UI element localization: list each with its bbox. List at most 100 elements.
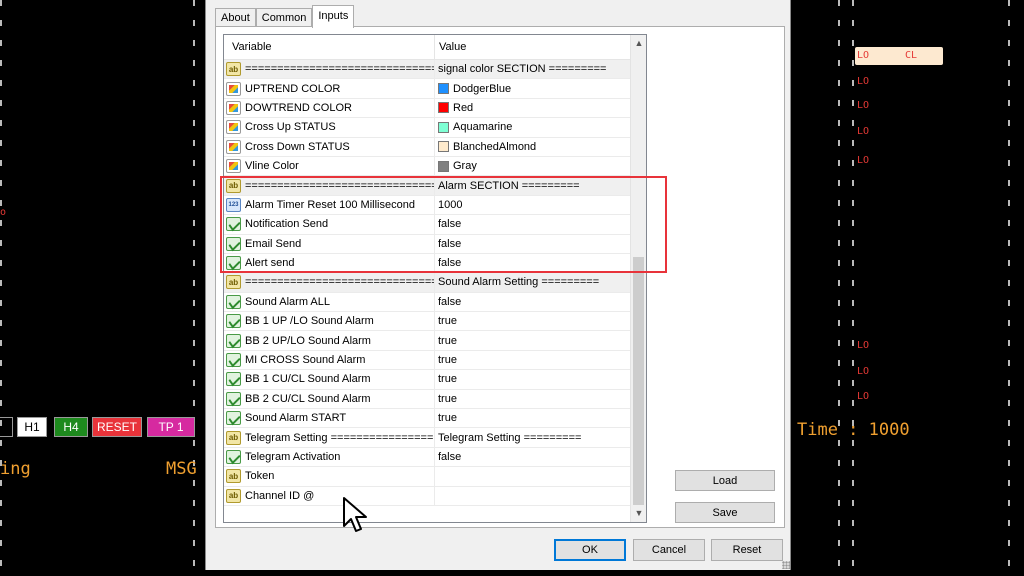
- value-cell[interactable]: true: [436, 351, 457, 369]
- table-row[interactable]: UPTREND COLOR DodgerBlue: [224, 79, 630, 99]
- variable-cell[interactable]: Sound Alarm START: [224, 409, 435, 428]
- boolean-type-icon: [226, 450, 241, 464]
- variable-cell[interactable]: Notification Send: [224, 215, 435, 234]
- tp1-button[interactable]: TP 1: [147, 417, 195, 437]
- table-row[interactable]: BB 2 CU/CL Sound Alarm true: [224, 389, 630, 410]
- save-button[interactable]: Save: [675, 502, 775, 523]
- tab-bar: About Common Inputs: [215, 5, 355, 28]
- table-row[interactable]: ab =============================== Alarm S…: [224, 176, 630, 196]
- value-cell[interactable]: false: [436, 215, 461, 233]
- scroll-down-icon[interactable]: ▼: [631, 505, 646, 522]
- table-row[interactable]: Vline Color Gray: [224, 156, 630, 177]
- value-cell[interactable]: Alarm SECTION =========: [436, 176, 580, 194]
- table-row[interactable]: DOWTREND COLOR Red: [224, 98, 630, 119]
- variable-cell[interactable]: Email Send: [224, 234, 435, 253]
- table-row[interactable]: Cross Up STATUS Aquamarine: [224, 118, 630, 138]
- color-type-icon: [226, 100, 241, 115]
- lo-marker: LO: [857, 100, 870, 111]
- value-cell[interactable]: false: [436, 254, 461, 272]
- value-cell[interactable]: false: [436, 448, 461, 466]
- variable-cell[interactable]: UPTREND COLOR: [224, 79, 435, 98]
- variable-cell[interactable]: ab Channel ID @: [224, 486, 435, 505]
- value-cell[interactable]: Telegram Setting =========: [436, 428, 581, 446]
- variable-cell[interactable]: ab ===============================: [224, 60, 435, 79]
- value-cell[interactable]: true: [436, 312, 457, 330]
- table-row[interactable]: Sound Alarm START true: [224, 409, 630, 429]
- variable-name: Channel ID @: [245, 489, 315, 502]
- value-text: true: [438, 315, 457, 328]
- grid-scrollbar[interactable]: ▲ ▼: [630, 35, 646, 522]
- value-cell[interactable]: 1000: [436, 196, 462, 214]
- reset-chart-button[interactable]: RESET: [92, 417, 142, 437]
- value-cell[interactable]: [436, 467, 438, 485]
- variable-cell[interactable]: BB 2 CU/CL Sound Alarm: [224, 389, 435, 409]
- value-cell[interactable]: Aquamarine: [436, 118, 512, 136]
- table-row[interactable]: ab Telegram Setting ================ Teleg…: [224, 428, 630, 448]
- variable-cell[interactable]: MI CROSS Sound Alarm: [224, 350, 435, 370]
- value-cell[interactable]: false: [436, 235, 461, 253]
- variable-cell[interactable]: BB 1 CU/CL Sound Alarm: [224, 370, 435, 389]
- table-row[interactable]: Notification Send false: [224, 215, 630, 235]
- table-row[interactable]: ab Channel ID @: [224, 486, 630, 506]
- variable-cell[interactable]: BB 2 UP/LO Sound Alarm: [224, 331, 435, 350]
- scroll-up-icon[interactable]: ▲: [631, 35, 646, 52]
- value-cell[interactable]: true: [436, 390, 457, 408]
- string-type-icon: ab: [226, 430, 241, 445]
- column-header-variable[interactable]: Variable: [224, 35, 435, 59]
- resize-grip[interactable]: [782, 561, 790, 569]
- table-row[interactable]: Sound Alarm ALL false: [224, 292, 630, 313]
- table-row[interactable]: Alert send false: [224, 253, 630, 274]
- value-text: true: [438, 354, 457, 367]
- value-cell[interactable]: true: [436, 370, 457, 388]
- variable-cell[interactable]: Telegram Activation: [224, 447, 435, 467]
- table-row[interactable]: ab Token: [224, 467, 630, 487]
- value-cell[interactable]: false: [436, 293, 461, 311]
- ok-button[interactable]: OK: [554, 539, 626, 561]
- table-row[interactable]: BB 1 CU/CL Sound Alarm true: [224, 370, 630, 390]
- variable-cell[interactable]: Sound Alarm ALL: [224, 292, 435, 312]
- variable-cell[interactable]: ab ===============================: [224, 273, 435, 292]
- variable-cell[interactable]: DOWTREND COLOR: [224, 98, 435, 118]
- column-header-value[interactable]: Value: [435, 35, 466, 59]
- timeframe-button[interactable]: 5: [0, 417, 13, 437]
- value-cell[interactable]: DodgerBlue: [436, 79, 511, 97]
- variable-cell[interactable]: 123 Alarm Timer Reset 100 Millisecond: [224, 195, 435, 215]
- table-row[interactable]: ab =============================== signal …: [224, 60, 630, 80]
- table-row[interactable]: BB 1 UP /LO Sound Alarm true: [224, 312, 630, 332]
- table-row[interactable]: BB 2 UP/LO Sound Alarm true: [224, 331, 630, 351]
- table-row[interactable]: MI CROSS Sound Alarm true: [224, 350, 630, 371]
- scroll-thumb[interactable]: [633, 257, 644, 505]
- variable-name: ===============================: [245, 276, 435, 289]
- reset-button[interactable]: Reset: [711, 539, 783, 561]
- cancel-button[interactable]: Cancel: [633, 539, 705, 561]
- tab-common[interactable]: Common: [255, 8, 313, 27]
- value-cell[interactable]: true: [436, 409, 457, 427]
- tab-inputs[interactable]: Inputs: [312, 5, 355, 28]
- table-row[interactable]: ab =============================== Sound A…: [224, 273, 630, 293]
- value-cell[interactable]: [436, 487, 438, 505]
- tab-about[interactable]: About: [215, 8, 256, 27]
- variable-cell[interactable]: ab Token: [224, 467, 435, 486]
- variable-cell[interactable]: Cross Down STATUS: [224, 137, 435, 156]
- value-cell[interactable]: Red: [436, 99, 473, 117]
- color-type-icon: [226, 139, 241, 154]
- value-cell[interactable]: signal color SECTION =========: [436, 60, 606, 78]
- variable-cell[interactable]: Cross Up STATUS: [224, 118, 435, 137]
- timeframe-button-h4[interactable]: H4: [54, 417, 88, 437]
- variable-cell[interactable]: ab ===============================: [224, 176, 435, 195]
- value-cell[interactable]: Gray: [436, 157, 477, 175]
- color-type-icon: [226, 81, 241, 96]
- value-cell[interactable]: BlanchedAlmond: [436, 138, 536, 156]
- value-cell[interactable]: Sound Alarm Setting =========: [436, 273, 599, 291]
- table-row[interactable]: Email Send false: [224, 234, 630, 254]
- variable-cell[interactable]: BB 1 UP /LO Sound Alarm: [224, 312, 435, 331]
- variable-cell[interactable]: ab Telegram Setting ================: [224, 428, 435, 447]
- variable-cell[interactable]: Vline Color: [224, 156, 435, 176]
- table-row[interactable]: 123 Alarm Timer Reset 100 Millisecond 1000: [224, 195, 630, 216]
- load-button[interactable]: Load: [675, 470, 775, 491]
- variable-cell[interactable]: Alert send: [224, 253, 435, 273]
- table-row[interactable]: Cross Down STATUS BlanchedAlmond: [224, 137, 630, 157]
- table-row[interactable]: Telegram Activation false: [224, 447, 630, 468]
- timeframe-button-h1[interactable]: H1: [17, 417, 47, 437]
- value-cell[interactable]: true: [436, 331, 457, 349]
